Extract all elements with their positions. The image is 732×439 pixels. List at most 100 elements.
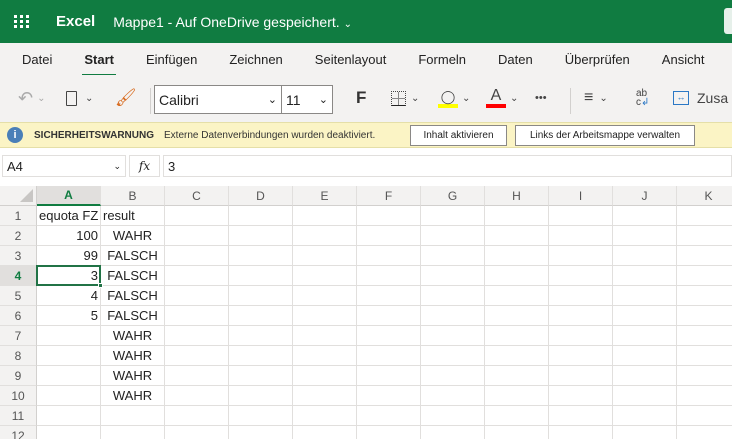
cell-D7[interactable]: [229, 326, 293, 346]
cell-D1[interactable]: [229, 206, 293, 226]
select-all-button[interactable]: [0, 186, 37, 206]
cell-F7[interactable]: [357, 326, 421, 346]
cell-A4[interactable]: 3: [37, 266, 101, 286]
font-color-button[interactable]: A ⌄: [486, 85, 518, 111]
font-name-select[interactable]: Calibri ⌄: [154, 85, 282, 114]
cell-G1[interactable]: [421, 206, 485, 226]
spelling-button[interactable]: ab c↲: [636, 85, 649, 111]
cell-E8[interactable]: [293, 346, 357, 366]
cell-H2[interactable]: [485, 226, 549, 246]
row-header-2[interactable]: 2: [0, 226, 37, 246]
cell-E2[interactable]: [293, 226, 357, 246]
manage-links-button[interactable]: Links der Arbeitsmappe verwalten: [515, 125, 695, 146]
cell-H8[interactable]: [485, 346, 549, 366]
tab-1[interactable]: Start: [82, 52, 116, 77]
cell-J9[interactable]: [613, 366, 677, 386]
cell-K7[interactable]: [677, 326, 732, 346]
cell-G7[interactable]: [421, 326, 485, 346]
cell-F1[interactable]: [357, 206, 421, 226]
cell-B12[interactable]: [101, 426, 165, 439]
cell-F9[interactable]: [357, 366, 421, 386]
cell-I7[interactable]: [549, 326, 613, 346]
row-header-12[interactable]: 12: [0, 426, 37, 439]
cell-K2[interactable]: [677, 226, 732, 246]
cell-H10[interactable]: [485, 386, 549, 406]
cell-C9[interactable]: [165, 366, 229, 386]
row-header-7[interactable]: 7: [0, 326, 37, 346]
cell-G4[interactable]: [421, 266, 485, 286]
cell-E9[interactable]: [293, 366, 357, 386]
row-header-8[interactable]: 8: [0, 346, 37, 366]
cell-G3[interactable]: [421, 246, 485, 266]
cell-I1[interactable]: [549, 206, 613, 226]
row-header-6[interactable]: 6: [0, 306, 37, 326]
cell-B2[interactable]: WAHR: [101, 226, 165, 246]
cell-I11[interactable]: [549, 406, 613, 426]
cell-I12[interactable]: [549, 426, 613, 439]
cell-B9[interactable]: WAHR: [101, 366, 165, 386]
column-header-F[interactable]: F: [357, 186, 421, 206]
cell-H6[interactable]: [485, 306, 549, 326]
cell-F11[interactable]: [357, 406, 421, 426]
cell-J7[interactable]: [613, 326, 677, 346]
cell-F3[interactable]: [357, 246, 421, 266]
cell-C12[interactable]: [165, 426, 229, 439]
cell-C4[interactable]: [165, 266, 229, 286]
tab-4[interactable]: Seitenlayout: [315, 52, 387, 67]
undo-button[interactable]: ↶ ⌄: [18, 85, 45, 111]
app-name[interactable]: Excel: [56, 13, 95, 30]
cell-H4[interactable]: [485, 266, 549, 286]
cell-K8[interactable]: [677, 346, 732, 366]
cell-K11[interactable]: [677, 406, 732, 426]
cell-K9[interactable]: [677, 366, 732, 386]
row-header-3[interactable]: 3: [0, 246, 37, 266]
cell-C8[interactable]: [165, 346, 229, 366]
tab-7[interactable]: Überprüfen: [565, 52, 630, 67]
cell-C10[interactable]: [165, 386, 229, 406]
bold-button[interactable]: F: [356, 85, 366, 111]
cell-A6[interactable]: 5: [37, 306, 101, 326]
wrap-text-button[interactable]: ↔ Zusa: [673, 85, 728, 111]
cell-E5[interactable]: [293, 286, 357, 306]
cell-D11[interactable]: [229, 406, 293, 426]
cell-K3[interactable]: [677, 246, 732, 266]
cell-H7[interactable]: [485, 326, 549, 346]
column-header-H[interactable]: H: [485, 186, 549, 206]
cell-A2[interactable]: 100: [37, 226, 101, 246]
column-header-E[interactable]: E: [293, 186, 357, 206]
cell-H5[interactable]: [485, 286, 549, 306]
cell-D2[interactable]: [229, 226, 293, 246]
format-painter-button[interactable]: 🖌: [115, 85, 137, 111]
cell-A12[interactable]: [37, 426, 101, 439]
cell-D4[interactable]: [229, 266, 293, 286]
cell-K4[interactable]: [677, 266, 732, 286]
cell-G6[interactable]: [421, 306, 485, 326]
cell-B6[interactable]: FALSCH: [101, 306, 165, 326]
cell-A3[interactable]: 99: [37, 246, 101, 266]
insert-function-button[interactable]: fx: [129, 155, 160, 177]
column-header-J[interactable]: J: [613, 186, 677, 206]
cell-H9[interactable]: [485, 366, 549, 386]
cell-G8[interactable]: [421, 346, 485, 366]
cell-B4[interactable]: FALSCH: [101, 266, 165, 286]
cell-B3[interactable]: FALSCH: [101, 246, 165, 266]
fill-color-button[interactable]: ◯ ⌄: [438, 85, 470, 111]
more-options-button[interactable]: •••: [535, 85, 547, 111]
cell-E6[interactable]: [293, 306, 357, 326]
column-header-I[interactable]: I: [549, 186, 613, 206]
cell-B1[interactable]: result: [101, 206, 165, 226]
fill-handle[interactable]: [98, 283, 103, 288]
app-launcher-icon[interactable]: [14, 14, 30, 29]
cell-G10[interactable]: [421, 386, 485, 406]
cell-K1[interactable]: [677, 206, 732, 226]
cell-A1[interactable]: equota FZ: [37, 206, 101, 226]
cell-J12[interactable]: [613, 426, 677, 439]
column-header-B[interactable]: B: [101, 186, 165, 206]
cell-C11[interactable]: [165, 406, 229, 426]
cell-A5[interactable]: 4: [37, 286, 101, 306]
cell-J8[interactable]: [613, 346, 677, 366]
cell-I6[interactable]: [549, 306, 613, 326]
cell-I8[interactable]: [549, 346, 613, 366]
cell-D6[interactable]: [229, 306, 293, 326]
cell-B11[interactable]: [101, 406, 165, 426]
